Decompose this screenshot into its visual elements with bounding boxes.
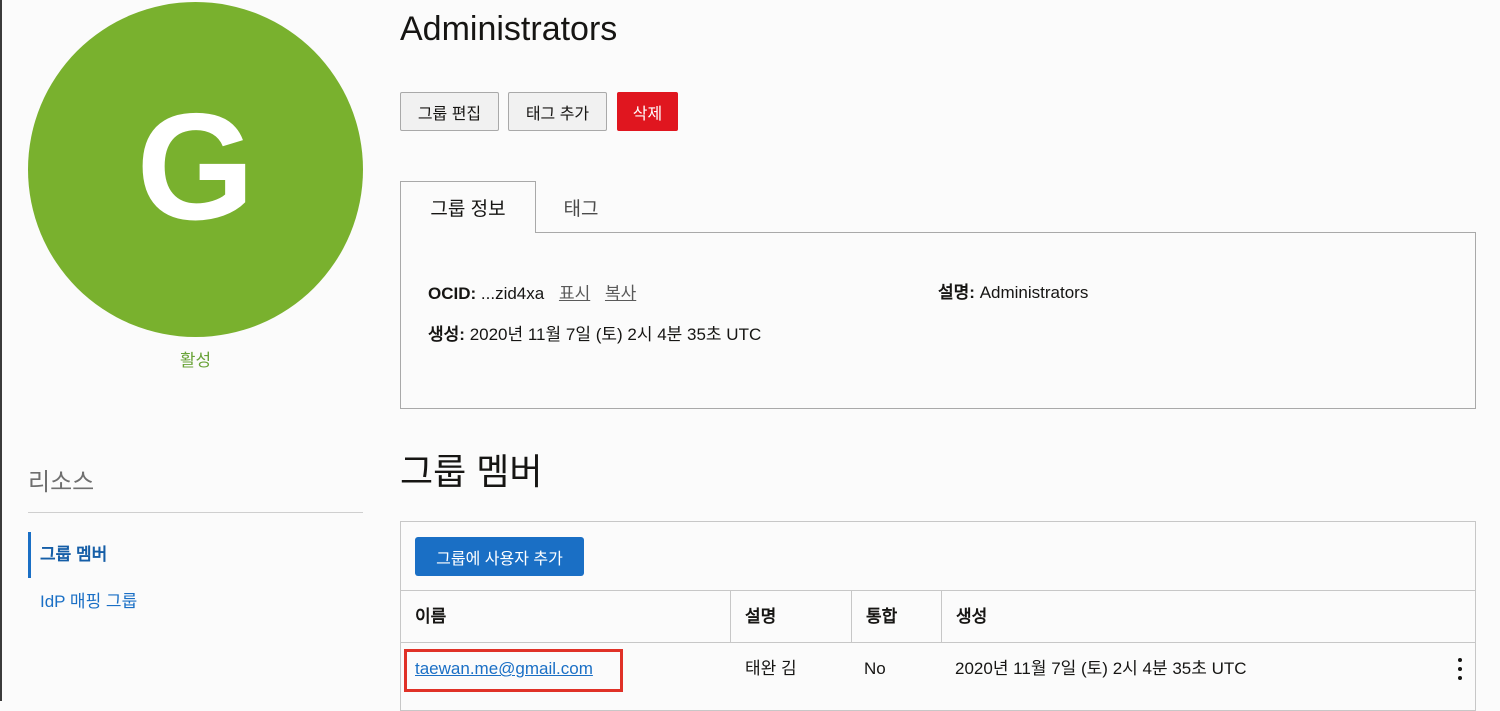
- window-edge: [0, 0, 2, 701]
- resource-link-idp-mapping[interactable]: IdP 매핑 그룹: [40, 590, 137, 614]
- description-row: 설명: Administrators: [938, 282, 1088, 304]
- group-info-panel: [400, 232, 1476, 409]
- created-row: 생성: 2020년 11월 7일 (토) 2시 4분 35초 UTC: [428, 324, 761, 346]
- column-header-description[interactable]: 설명: [731, 591, 852, 642]
- row-actions-menu-icon[interactable]: [1455, 658, 1465, 680]
- resource-link-group-members[interactable]: 그룹 멤버: [28, 532, 107, 578]
- created-label: 생성:: [428, 325, 465, 344]
- tab-group-info[interactable]: 그룹 정보: [400, 181, 536, 233]
- page-title: Administrators: [400, 10, 618, 48]
- tab-tags[interactable]: 태그: [536, 181, 626, 233]
- column-header-name[interactable]: 이름: [401, 591, 731, 642]
- table-header: 이름 설명 통합 생성: [401, 590, 1475, 643]
- column-header-federated[interactable]: 통합: [852, 591, 942, 642]
- show-ocid-link[interactable]: 표시: [559, 284, 590, 303]
- ocid-value: ...zid4xa: [480, 284, 545, 303]
- description-label: 설명:: [938, 283, 975, 302]
- copy-ocid-link[interactable]: 복사: [605, 284, 636, 303]
- column-header-created[interactable]: 생성: [942, 591, 1475, 642]
- delete-button[interactable]: 삭제: [617, 92, 678, 131]
- avatar-letter: G: [136, 81, 255, 252]
- status-label: 활성: [179, 351, 212, 370]
- resources-heading: 리소스: [28, 469, 95, 496]
- description-value: Administrators: [979, 283, 1089, 302]
- highlight-box: [404, 649, 623, 692]
- ocid-row: OCID: ...zid4xa 표시 복사: [428, 283, 636, 305]
- add-user-to-group-button[interactable]: 그룹에 사용자 추가: [415, 537, 584, 576]
- ocid-label: OCID:: [428, 284, 477, 303]
- member-created-cell: 2020년 11월 7일 (토) 2시 4분 35초 UTC: [955, 659, 1247, 678]
- created-value: 2020년 11월 7일 (토) 2시 4분 35초 UTC: [469, 325, 762, 344]
- member-federated-cell: No: [864, 659, 886, 678]
- add-tags-button[interactable]: 태그 추가: [508, 92, 607, 131]
- members-heading: 그룹 멤버: [400, 451, 543, 492]
- member-description-cell: 태완 김: [745, 659, 797, 678]
- edit-group-button[interactable]: 그룹 편집: [400, 92, 499, 131]
- resources-divider: [28, 512, 363, 513]
- group-avatar: G: [28, 2, 363, 337]
